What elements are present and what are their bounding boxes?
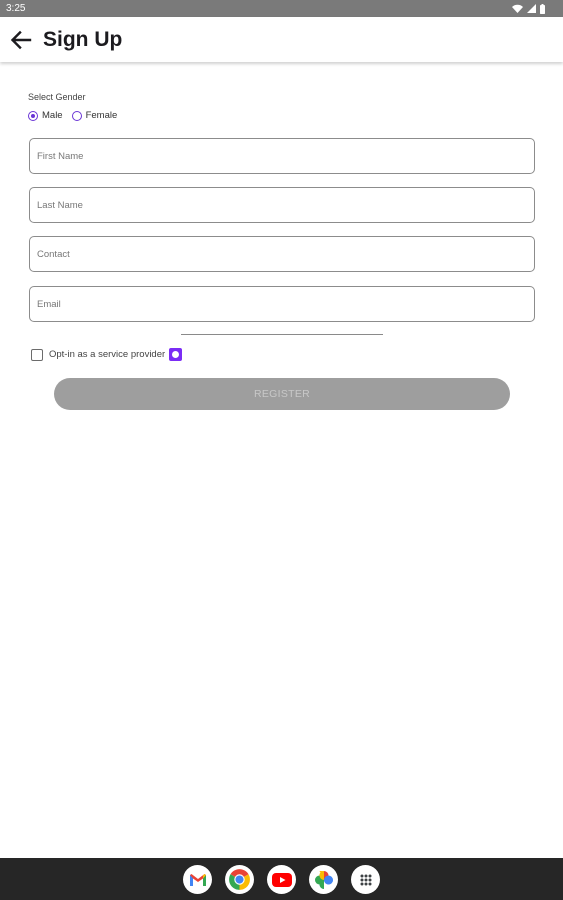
register-button[interactable]: REGISTER — [54, 378, 510, 410]
divider — [181, 334, 383, 335]
gender-option-male[interactable]: Male — [28, 110, 63, 121]
app-drawer-icon[interactable] — [351, 865, 380, 894]
contact-field[interactable] — [29, 236, 535, 272]
status-icons — [512, 3, 545, 14]
page-title: Sign Up — [43, 28, 123, 51]
gender-radio-group: Male Female — [28, 110, 117, 121]
radio-selected-icon[interactable] — [28, 110, 38, 121]
gender-option-label: Female — [85, 110, 118, 121]
gender-label: Select Gender — [28, 92, 86, 102]
taskbar — [0, 858, 563, 900]
battery-icon — [540, 3, 545, 14]
optin-row: Opt-in as a service provider — [31, 348, 183, 361]
last-name-field[interactable] — [29, 187, 535, 223]
optin-checkbox[interactable] — [31, 348, 43, 361]
gender-option-label: Male — [42, 110, 63, 121]
arrow-left-icon[interactable] — [9, 28, 33, 52]
status-time: 3:25 — [6, 3, 26, 14]
status-bar: 3:25 — [0, 0, 563, 17]
gender-option-female[interactable]: Female — [71, 110, 118, 121]
info-badge-dot — [172, 351, 180, 358]
first-name-field[interactable] — [29, 138, 535, 174]
chrome-icon[interactable] — [225, 865, 254, 894]
info-badge-icon[interactable] — [169, 348, 183, 361]
email-field[interactable] — [29, 286, 535, 322]
youtube-icon[interactable] — [267, 865, 296, 894]
cellular-signal-icon — [527, 4, 536, 13]
radio-unselected-icon[interactable] — [71, 110, 82, 121]
optin-label: Opt-in as a service provider — [49, 349, 166, 360]
app-dock — [183, 865, 380, 894]
gmail-icon[interactable] — [183, 865, 212, 894]
screen: 3:25 Sign Up Select Gender Male Female F… — [0, 0, 563, 900]
app-bar: Sign Up — [0, 17, 563, 62]
wifi-icon — [512, 4, 523, 13]
photos-icon[interactable] — [309, 865, 338, 894]
